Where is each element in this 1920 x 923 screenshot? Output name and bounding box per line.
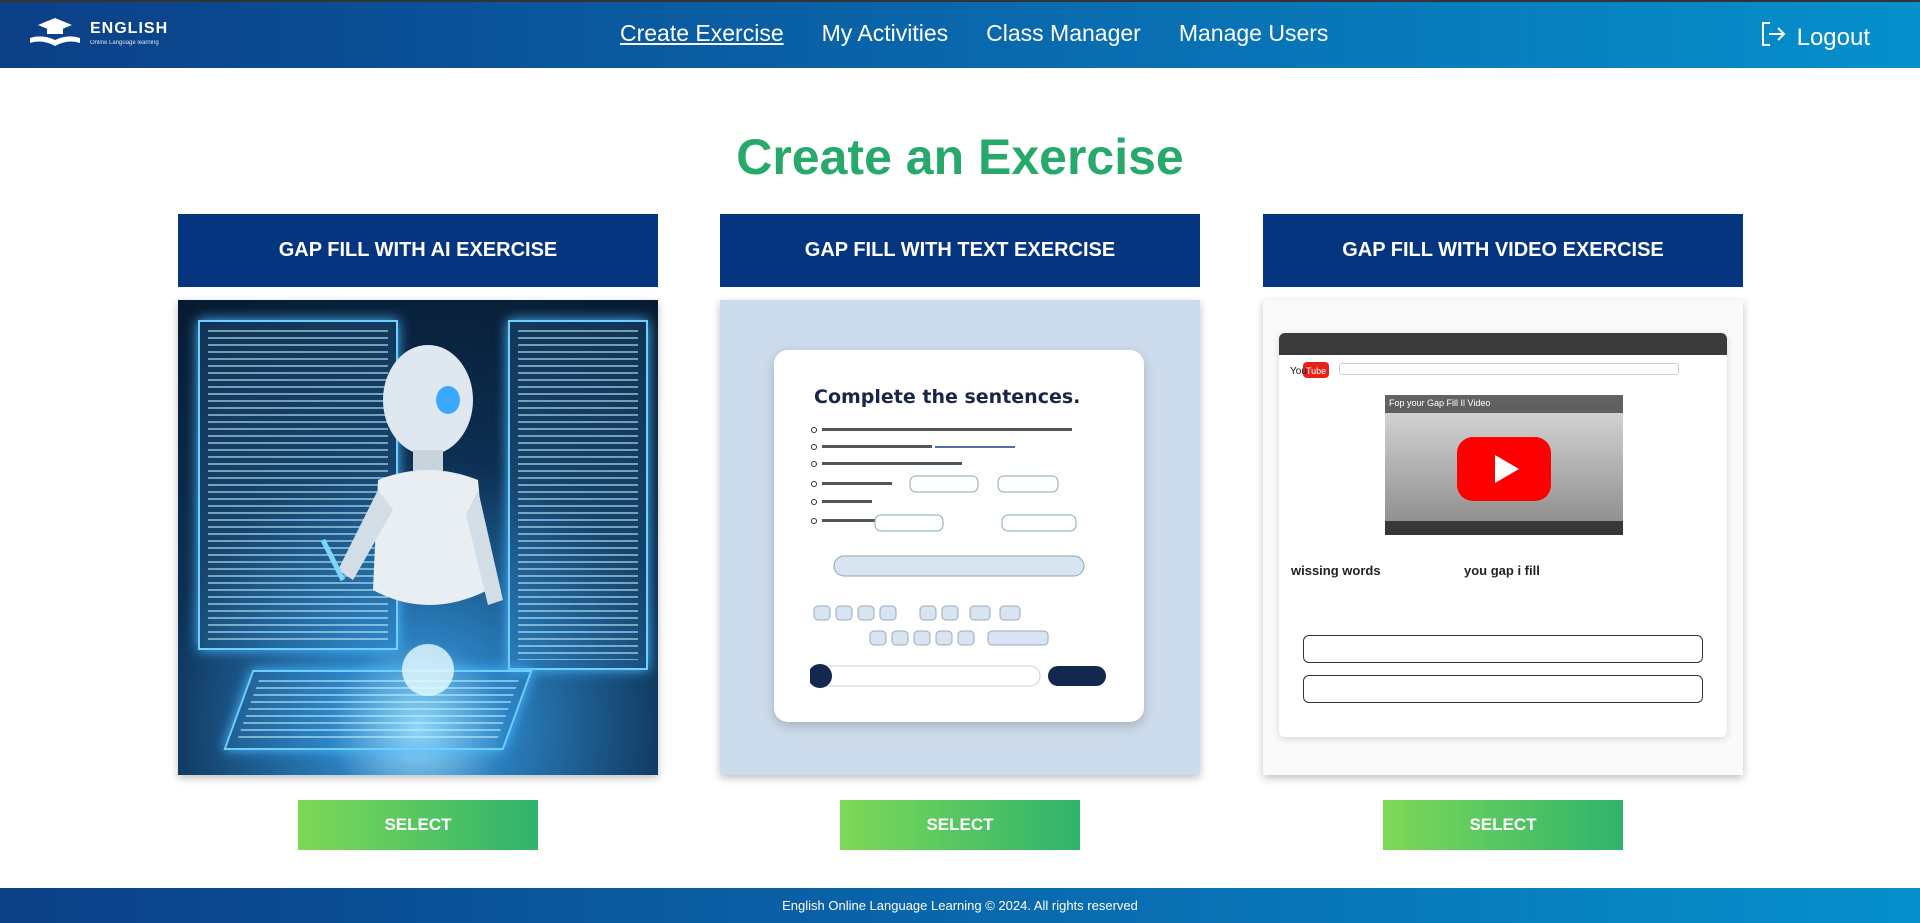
footer-copyright: English Online Language Learning © 2024.… xyxy=(782,898,1138,913)
top-navbar: ENGLISH Online Language learning Create … xyxy=(0,0,1920,68)
svg-text:You: You xyxy=(1290,366,1307,377)
video-caption-left: wissing words xyxy=(1291,563,1381,578)
brand-logo[interactable]: ENGLISH Online Language learning xyxy=(28,16,168,50)
card-text-exercise: GAP FILL WITH TEXT EXERCISE Complete the… xyxy=(720,214,1200,850)
select-text-button[interactable]: SELECT xyxy=(840,800,1080,850)
card-title: GAP FILL WITH AI EXERCISE xyxy=(178,214,658,287)
nav-create-exercise[interactable]: Create Exercise xyxy=(620,20,784,47)
ai-robot-illustration xyxy=(178,300,658,775)
logout-label: Logout xyxy=(1796,23,1870,51)
text-worksheet-illustration: Complete the sentences. xyxy=(720,300,1200,775)
video-caption-right: you gap i fill xyxy=(1464,563,1540,578)
book-cap-icon xyxy=(28,16,82,50)
youtube-play-icon[interactable] xyxy=(1457,437,1551,501)
select-ai-button[interactable]: SELECT xyxy=(298,800,538,850)
nav-manage-users[interactable]: Manage Users xyxy=(1179,20,1329,47)
nav-class-manager[interactable]: Class Manager xyxy=(986,20,1141,47)
video-player-illustration: You Tube Fop your Gap Fill Il Video wiss… xyxy=(1263,300,1743,775)
brand-title: ENGLISH xyxy=(90,20,169,37)
logout-icon xyxy=(1759,20,1787,55)
card-ai-exercise: GAP FILL WITH AI EXERCISE SELECT xyxy=(178,214,658,850)
logout-button[interactable]: Logout xyxy=(1759,20,1870,55)
main-nav: Create Exercise My Activities Class Mana… xyxy=(620,20,1328,47)
brand-subtitle: Online Language learning xyxy=(90,40,159,46)
card-title: GAP FILL WITH TEXT EXERCISE xyxy=(720,214,1200,287)
svg-text:Tube: Tube xyxy=(1306,366,1326,376)
card-title: GAP FILL WITH VIDEO EXERCISE xyxy=(1263,214,1743,287)
footer: English Online Language Learning © 2024.… xyxy=(0,888,1920,923)
page-title: Create an Exercise xyxy=(736,129,1184,185)
card-video-exercise: GAP FILL WITH VIDEO EXERCISE You Tube Fo… xyxy=(1263,214,1743,850)
nav-my-activities[interactable]: My Activities xyxy=(822,20,949,47)
worksheet-heading: Complete the sentences. xyxy=(814,386,1081,408)
select-video-button[interactable]: SELECT xyxy=(1383,800,1623,850)
video-title: Fop your Gap Fill Il Video xyxy=(1385,395,1623,413)
